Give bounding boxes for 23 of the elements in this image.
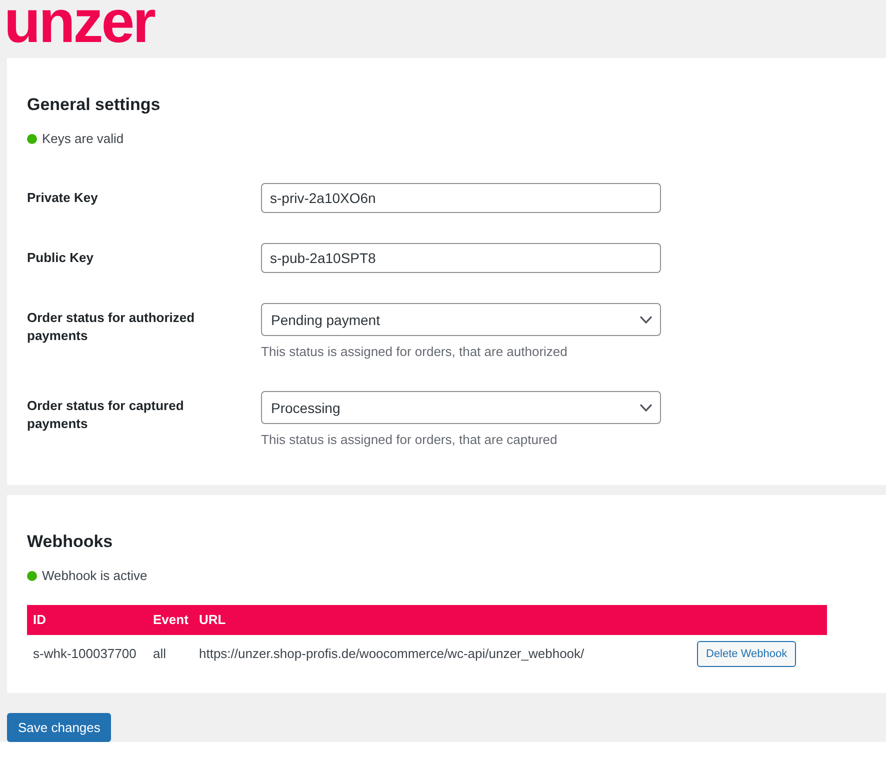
chevron-down-icon [640,316,652,324]
section-title: Webhooks [27,531,114,553]
field-description: This status is assigned for orders, that are authorized [261,343,568,361]
column-header: Event [152,611,188,629]
text-field[interactable]: s-priv-2a10XO6n [261,183,661,213]
table-cell: s-whk-100037700 [33,645,136,663]
field-label: Private Key [27,189,99,207]
column-header: URL [198,611,226,629]
brand-logo: unzer [4,0,154,44]
field-description: This status is assigned for orders, that are captured [261,431,558,449]
field-label: Order status for captured payments [27,397,185,433]
table-cell: all [153,645,166,663]
section-title: General settings [27,94,162,116]
select-field[interactable]: Pending payment [261,303,661,336]
field-label: Order status for authorized payments [27,309,196,345]
status-text: Keys are valid [42,130,124,148]
select-field[interactable]: Processing [261,391,661,424]
status-text: Webhook is active [42,567,148,585]
field-label: Public Key [27,249,94,267]
table-cell: https://unzer.shop-profis.de/woocommerce/wc-api/unzer_webhook/ [199,645,584,663]
chevron-down-icon [640,404,652,412]
column-header: ID [32,611,46,629]
text-field[interactable]: s-pub-2a10SPT8 [261,243,661,273]
